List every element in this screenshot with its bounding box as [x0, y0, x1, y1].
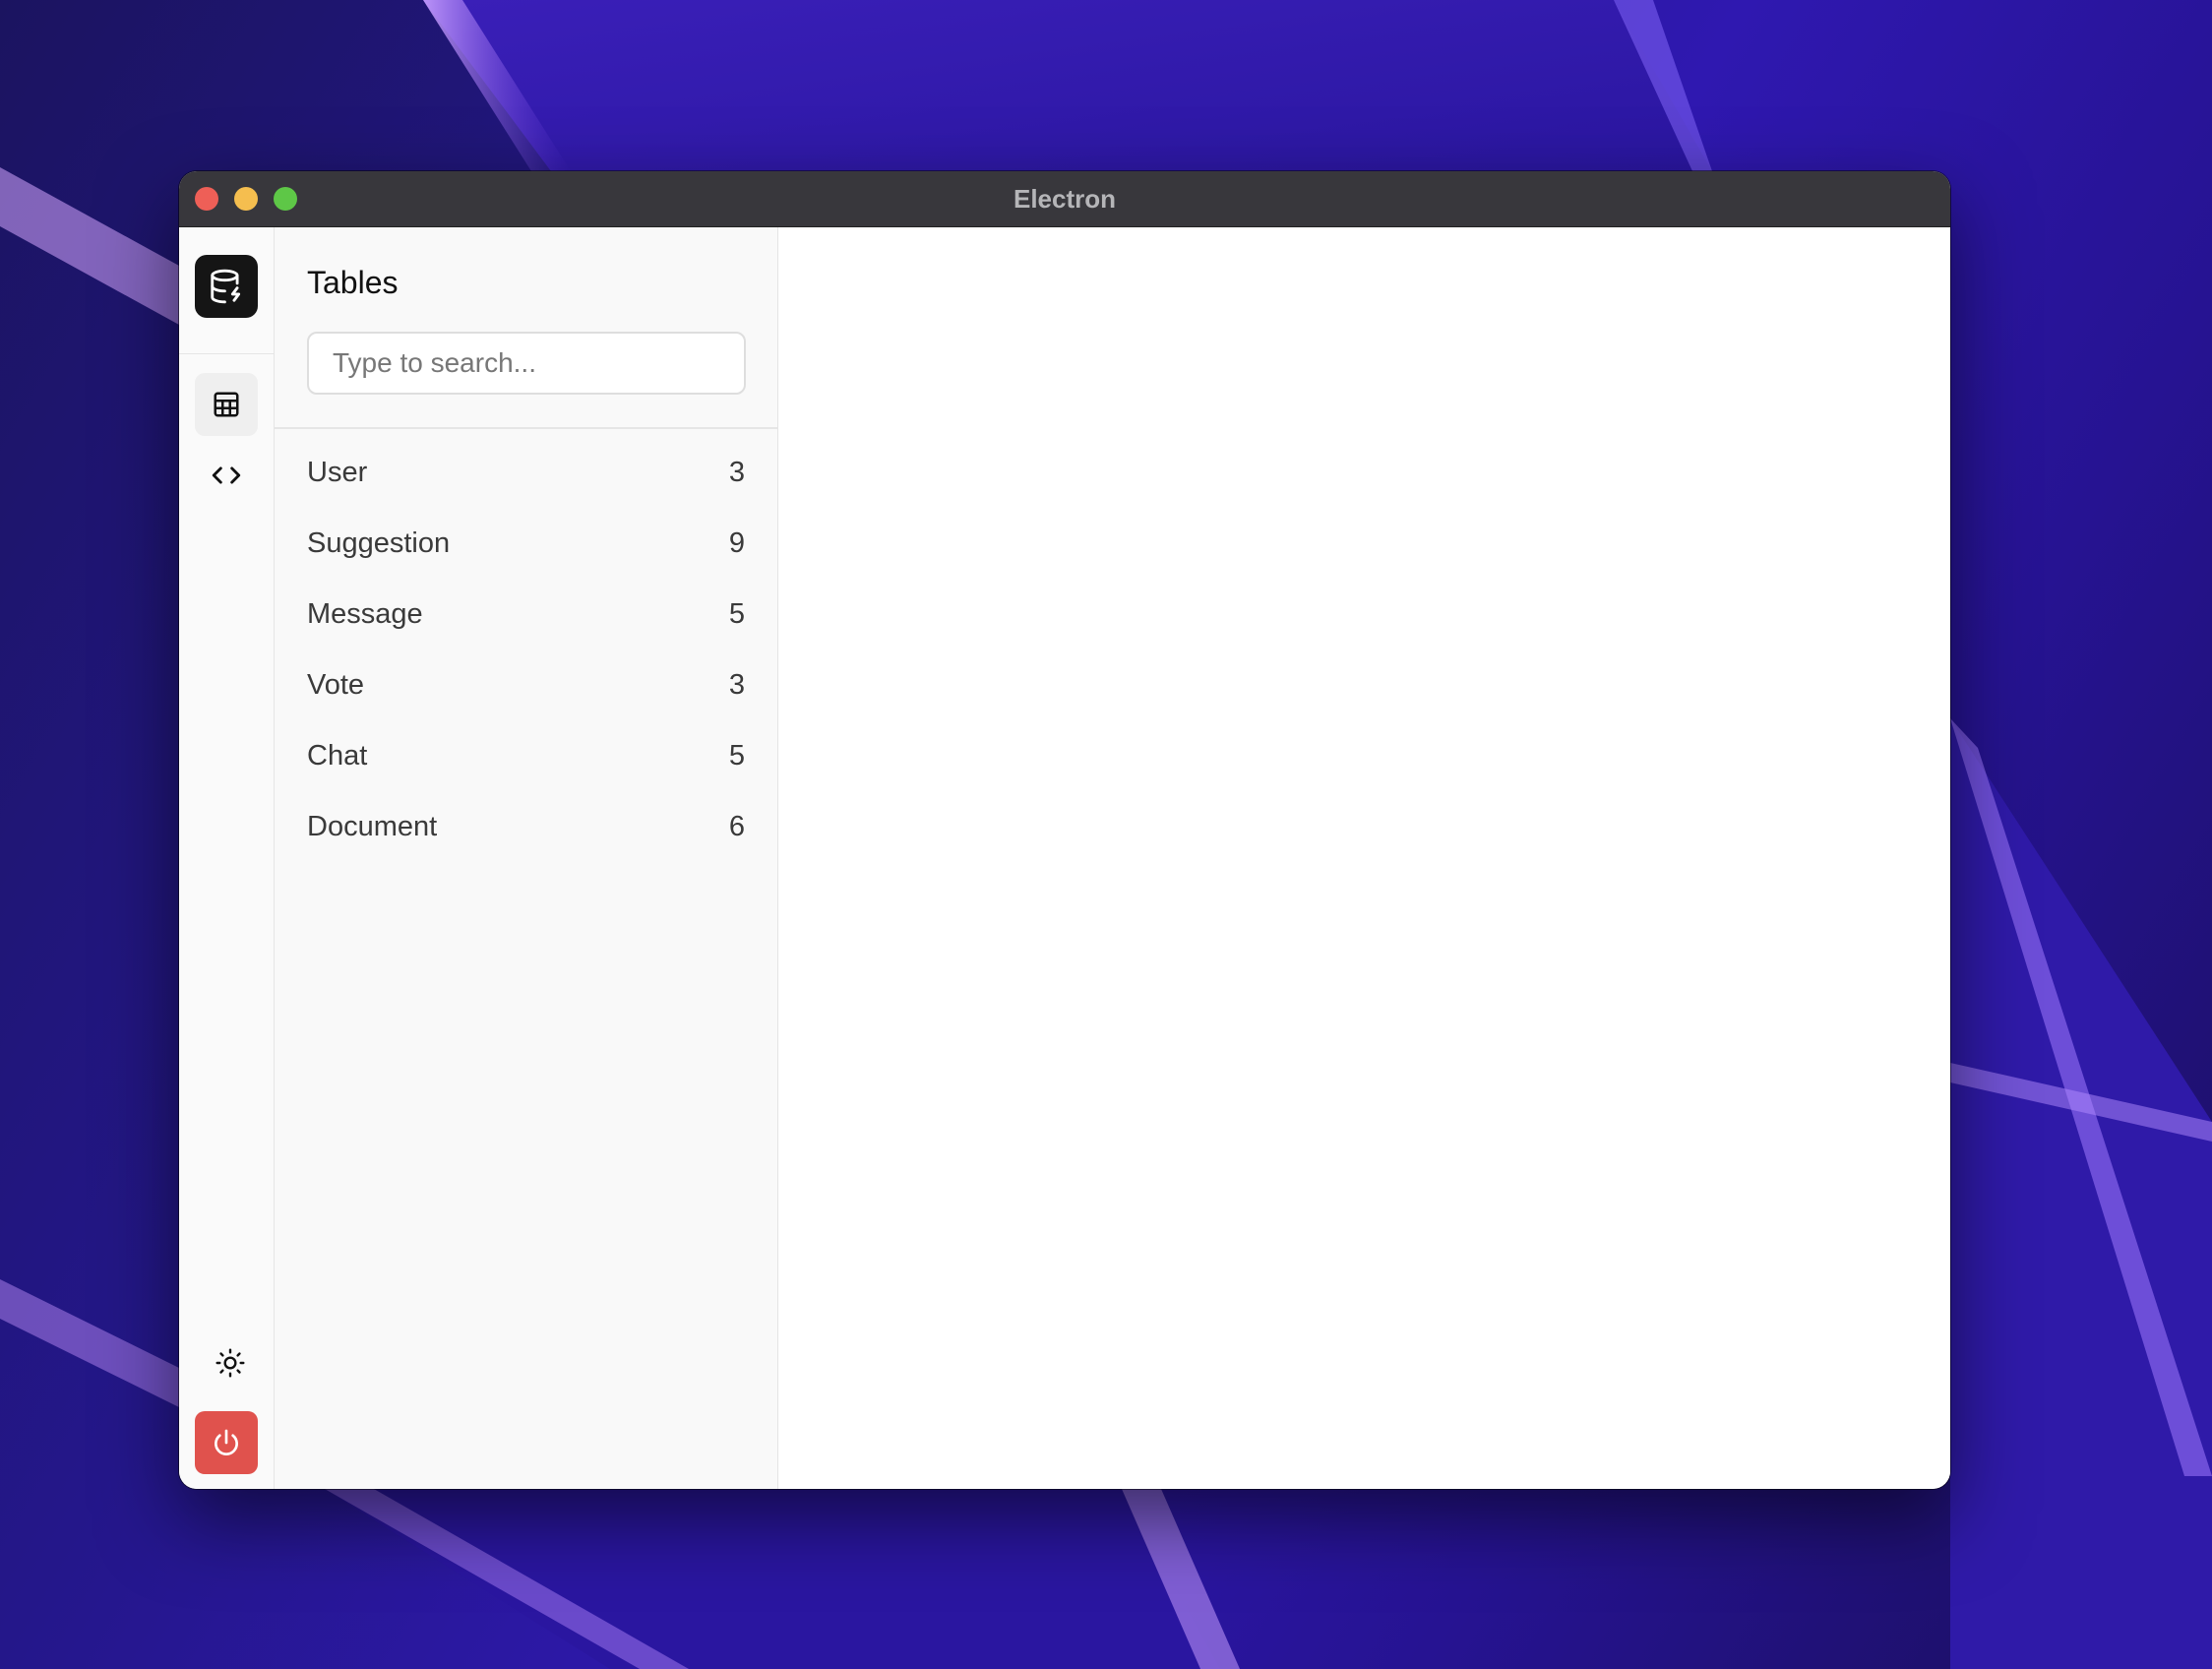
theme-toggle-button[interactable] — [199, 1331, 262, 1394]
table-grid-icon — [214, 392, 239, 417]
table-name: User — [307, 456, 368, 488]
sidebar-title: Tables — [307, 265, 399, 300]
table-name: Vote — [307, 668, 365, 701]
table-item-chat[interactable]: Chat 5 — [275, 720, 777, 791]
table-row-count: 3 — [728, 456, 745, 488]
rail-divider — [179, 353, 274, 354]
main-content-area — [778, 227, 1950, 1489]
tables-sidebar: Tables User 3 Suggestion 9 Message 5 Vot… — [275, 227, 778, 1489]
icon-rail — [179, 227, 275, 1489]
disconnect-button[interactable] — [195, 1411, 258, 1474]
table-item-suggestion[interactable]: Suggestion 9 — [275, 508, 777, 579]
table-row-count: 9 — [728, 526, 745, 559]
table-row-count: 5 — [728, 739, 745, 772]
database-bolt-icon — [211, 269, 241, 304]
table-item-message[interactable]: Message 5 — [275, 579, 777, 649]
table-item-vote[interactable]: Vote 3 — [275, 649, 777, 720]
app-window: Electron Tables Type to search... User 3… — [179, 171, 1950, 1489]
table-name: Document — [307, 810, 438, 842]
table-name: Chat — [307, 739, 368, 772]
title-bar: Electron — [179, 171, 1950, 227]
table-row-count: 3 — [728, 668, 745, 701]
sun-icon — [215, 1348, 245, 1378]
tables-nav-button[interactable] — [195, 373, 258, 436]
app-logo — [195, 255, 258, 318]
sidebar-divider — [275, 427, 777, 429]
code-brackets-icon — [212, 466, 241, 484]
table-item-user[interactable]: User 3 — [275, 437, 777, 508]
power-icon — [215, 1429, 238, 1455]
table-name: Message — [307, 597, 423, 630]
table-item-document[interactable]: Document 6 — [275, 791, 777, 862]
table-row-count: 6 — [728, 810, 745, 842]
window-title: Electron — [1013, 184, 1117, 214]
table-row-count: 5 — [728, 597, 745, 630]
table-search-input[interactable] — [307, 332, 746, 395]
table-name: Suggestion — [307, 526, 451, 559]
table-list: User 3 Suggestion 9 Message 5 Vote 3 Cha… — [275, 437, 777, 862]
code-nav-button[interactable] — [195, 444, 258, 507]
